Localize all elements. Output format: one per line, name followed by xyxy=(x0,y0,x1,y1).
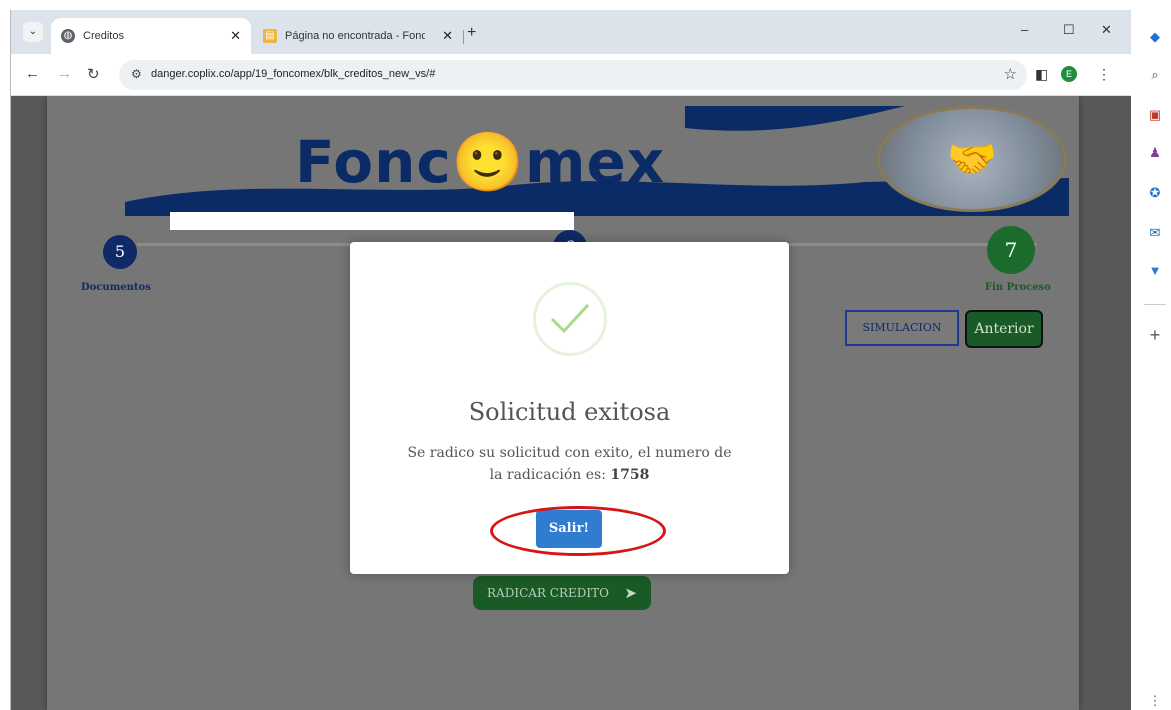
new-tab-button[interactable]: + xyxy=(467,24,476,42)
simulacion-button[interactable]: SIMULACION xyxy=(845,310,959,346)
tab-separator xyxy=(463,30,464,44)
tab-pagina-no-encontrada[interactable]: ▤ Página no encontrada - Foncor ✕ xyxy=(253,18,463,54)
close-tab-icon[interactable]: ✕ xyxy=(230,18,241,54)
close-window-button[interactable]: ✕ xyxy=(1101,22,1112,38)
tab-search-icon[interactable]: ⌄ xyxy=(23,22,43,42)
step-label-fin-proceso: Fin Proceso xyxy=(985,282,1051,293)
menu-kebab-icon[interactable]: ⋮ xyxy=(1097,66,1111,83)
tab-title: Página no encontrada - Foncor xyxy=(285,30,425,42)
screenshot-root: ⌄ ◍ Creditos ✕ ▤ Página no encontrada - … xyxy=(0,0,1171,710)
dialog-message: Se radico su solicitud con exito, el num… xyxy=(390,442,749,486)
copilot-icon[interactable]: ◆ xyxy=(1146,28,1164,46)
site-favicon-icon: ▤ xyxy=(263,29,277,43)
radicar-label: RADICAR CREDITO xyxy=(487,586,609,600)
tab-strip: ⌄ ◍ Creditos ✕ ▤ Página no encontrada - … xyxy=(11,10,1131,54)
foncomex-banner: Fonc🙂mex 🤝 xyxy=(125,106,1069,216)
radicacion-number: 1758 xyxy=(610,467,650,483)
drop-icon[interactable]: ▼ xyxy=(1146,262,1164,280)
add-icon[interactable]: + xyxy=(1146,326,1164,344)
send-arrow-icon: ➤ xyxy=(624,584,637,602)
address-bar[interactable]: ⚙ danger.coplix.co/app/19_foncomex/blk_c… xyxy=(119,60,1027,90)
radicar-credito-button[interactable]: RADICAR CREDITO ➤ xyxy=(473,576,651,610)
dialog-message-line2: la radicación es: xyxy=(489,467,611,483)
minimize-button[interactable]: – xyxy=(1021,22,1028,37)
handshake-icon: 🤝 xyxy=(947,137,997,182)
annotation-circle xyxy=(490,506,666,556)
browser-toolbar: ← → ↻ ⚙ danger.coplix.co/app/19_foncomex… xyxy=(11,54,1131,96)
profile-avatar[interactable]: E xyxy=(1061,66,1077,82)
redaction-bar xyxy=(170,212,574,230)
sidepanel-icon[interactable]: ◧ xyxy=(1035,66,1048,83)
tab-title: Creditos xyxy=(83,30,124,42)
shopping-icon[interactable]: ▣ xyxy=(1146,106,1164,124)
globe-icon: ◍ xyxy=(61,29,75,43)
maximize-button[interactable]: ☐ xyxy=(1063,22,1075,38)
dialog-message-line1: Se radico su solicitud con exito, el num… xyxy=(407,445,732,461)
outlook-icon[interactable]: ✉ xyxy=(1146,224,1164,242)
sidebar-settings-icon[interactable]: ⋮ xyxy=(1146,692,1164,710)
anterior-button[interactable]: Anterior xyxy=(965,310,1043,348)
tab-creditos[interactable]: ◍ Creditos ✕ xyxy=(51,18,251,54)
sidebar-divider xyxy=(1144,304,1166,305)
step-label-documentos: Documentos xyxy=(81,282,151,293)
url-text[interactable]: danger.coplix.co/app/19_foncomex/blk_cre… xyxy=(151,68,435,80)
success-check-icon xyxy=(533,282,607,356)
handshake-image: 🤝 xyxy=(877,106,1067,212)
step-7[interactable]: 7 xyxy=(987,226,1035,274)
search-icon[interactable]: ⌕ xyxy=(1146,66,1164,84)
back-arrow-icon[interactable]: ← xyxy=(25,65,40,82)
step-5[interactable]: 5 xyxy=(103,235,137,269)
close-tab-icon[interactable]: ✕ xyxy=(442,18,453,54)
bookmark-star-icon[interactable]: ☆ xyxy=(1004,65,1017,83)
dialog-title: Solicitud exitosa xyxy=(468,398,671,426)
foncomex-logo: Fonc🙂mex xyxy=(295,128,666,196)
site-info-icon[interactable]: ⚙ xyxy=(131,67,142,81)
edge-sidebar: ◆ ⌕ ▣ ♟ ✪ ✉ ▼ + ⋮ xyxy=(1140,14,1170,710)
office-icon[interactable]: ✪ xyxy=(1146,184,1164,202)
forward-arrow-icon[interactable]: → xyxy=(57,65,72,82)
reload-icon[interactable]: ↻ xyxy=(87,65,100,83)
games-icon[interactable]: ♟ xyxy=(1146,144,1164,162)
